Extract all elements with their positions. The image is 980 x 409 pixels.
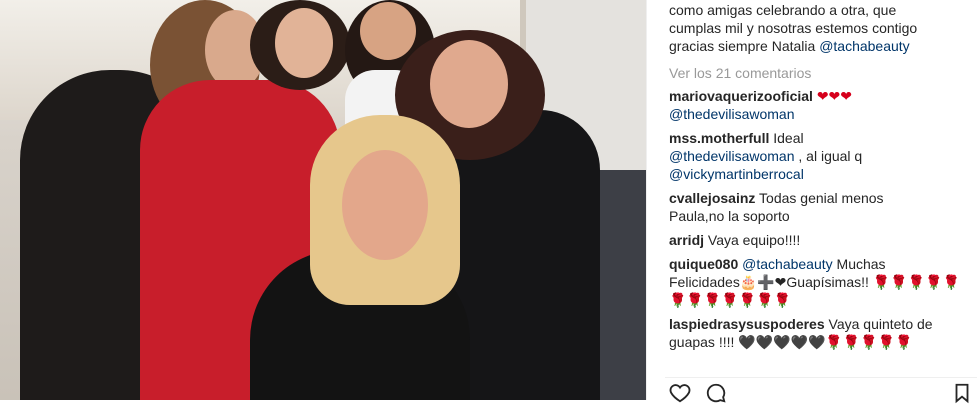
comment-username[interactable]: cvallejosainz (669, 190, 755, 206)
comment-text: Todas genial menos (759, 190, 884, 206)
person-red-face (275, 8, 333, 78)
heart-emoji: ❤❤❤ (816, 88, 853, 104)
comment-username[interactable]: arridj (669, 232, 704, 248)
comment-username[interactable]: mariovaquerizooficial (669, 88, 813, 104)
like-icon[interactable] (669, 382, 691, 404)
bookmark-icon[interactable] (951, 382, 973, 404)
comment-text: Vaya equipo!!!! (707, 232, 801, 248)
view-all-comments-link[interactable]: Ver los 21 comentarios (669, 65, 980, 81)
person-center-face (342, 150, 428, 260)
comment-item: cvallejosainz Todas genial menos Paula,n… (669, 189, 980, 225)
comment-text: Felicidades🎂➕❤Guapísimas!! 🌹🌹🌹🌹🌹 (669, 274, 960, 290)
comment-item: quique080 @tachabeauty Muchas Felicidade… (669, 255, 980, 309)
comments-panel: como amigas celebrando a otra, que cumpl… (646, 0, 980, 404)
person-right-face (430, 40, 508, 128)
comment-username[interactable]: quique080 (669, 256, 738, 272)
comment-item: laspiedrasysuspoderes Vaya quinteto de g… (669, 315, 980, 351)
comment-username[interactable]: mss.motherfull (669, 130, 769, 146)
comment-item: mss.motherfull Ideal @thedevilisawoman ,… (669, 129, 980, 183)
post-caption: como amigas celebrando a otra, que cumpl… (669, 0, 980, 55)
caption-mention-link[interactable]: @tachabeauty (819, 38, 910, 54)
comment-text: , al igual q (798, 148, 863, 164)
comment-icon[interactable] (705, 382, 727, 404)
comment-text: guapas !!!! 🖤🖤🖤🖤🖤🌹🌹🌹🌹🌹 (669, 334, 913, 350)
comment-text: Ideal (773, 130, 804, 146)
comment-text: Vaya quinteto de (828, 316, 933, 332)
caption-line: gracias siempre Natalia @tachabeauty (669, 37, 980, 55)
comment-text: Paula,no la soporto (669, 208, 790, 224)
caption-text: gracias siempre Natalia (669, 38, 816, 54)
comment-mention-link[interactable]: @vickymartinberrocal (669, 166, 804, 182)
comment-mention-link[interactable]: @thedevilisawoman (669, 106, 795, 122)
comment-username[interactable]: laspiedrasysuspoderes (669, 316, 825, 332)
comment-item: mariovaquerizooficial ❤❤❤ @thedevilisawo… (669, 87, 980, 123)
comment-item: arridj Vaya equipo!!!! (669, 231, 980, 249)
comment-text: Muchas (836, 256, 886, 272)
person-back-face (360, 2, 416, 60)
comment-mention-link[interactable]: @thedevilisawoman (669, 148, 795, 164)
post-photo[interactable] (0, 0, 646, 400)
caption-line: como amigas celebrando a otra, que (669, 2, 897, 18)
post-actions-bar (665, 377, 977, 406)
caption-line: cumplas mil y nosotras estemos contigo (669, 20, 918, 36)
comment-mention-link[interactable]: @tachabeauty (742, 256, 833, 272)
comment-text: 🌹🌹🌹🌹🌹🌹🌹 (669, 292, 792, 308)
